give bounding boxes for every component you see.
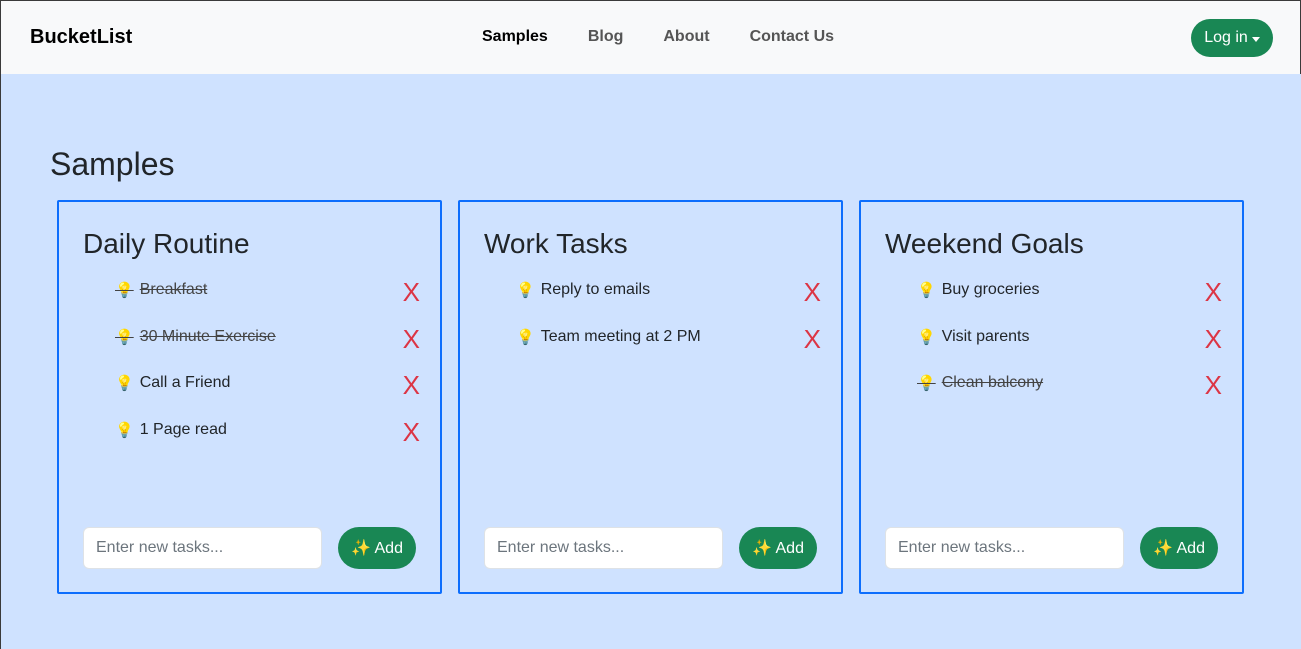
task-text[interactable]: 💡 Visit parents: [917, 326, 1029, 346]
delete-task-button[interactable]: X: [403, 419, 420, 445]
lightbulb-icon: 💡: [115, 328, 134, 346]
add-task-button[interactable]: ✨ Add: [739, 527, 817, 569]
task-item[interactable]: 💡 Call a Friend X: [115, 372, 420, 419]
lightbulb-icon: 💡: [917, 282, 936, 299]
task-label: Clean balcony: [941, 374, 1044, 391]
lightbulb-icon: 💡: [516, 328, 535, 346]
task-text[interactable]: 💡 Team meeting at 2 PM: [516, 326, 701, 346]
task-label: Call a Friend: [139, 374, 231, 391]
task-label: 1 Page read: [139, 420, 227, 438]
brand-logo[interactable]: BucketList: [30, 26, 132, 49]
delete-task-button[interactable]: X: [403, 326, 420, 352]
task-label: 30 Minute Exercise: [139, 327, 276, 345]
add-task-button[interactable]: ✨ Add: [338, 527, 416, 569]
delete-task-button[interactable]: X: [1205, 279, 1222, 305]
task-text[interactable]: 💡 1 Page read: [115, 419, 227, 439]
card-title: Weekend Goals: [885, 228, 1084, 259]
delete-task-button[interactable]: X: [1205, 326, 1222, 352]
task-label: Breakfast: [139, 281, 208, 298]
task-label: Team meeting at 2 PM: [540, 327, 701, 345]
task-text[interactable]: 💡 Reply to emails: [516, 279, 650, 299]
task-item[interactable]: 💡 30 Minute Exercise X: [115, 326, 420, 373]
task-label: Buy groceries: [941, 281, 1040, 298]
task-text[interactable]: 💡 Clean balcony: [917, 372, 1043, 392]
task-item[interactable]: 💡 Visit parents X: [917, 326, 1222, 373]
lightbulb-icon: 💡: [917, 328, 936, 346]
task-text[interactable]: 💡 Call a Friend: [115, 372, 230, 392]
navbar: BucketList Samples Blog About Contact Us…: [0, 0, 1301, 74]
new-task-input[interactable]: [484, 527, 723, 569]
card-work-tasks: Work Tasks 💡 Reply to emails X 💡 Team meeting…: [458, 200, 843, 594]
add-task-button[interactable]: ✨ Add: [1140, 527, 1218, 569]
task-text[interactable]: 💡 Breakfast: [115, 279, 207, 299]
lightbulb-icon: 💡: [115, 282, 134, 299]
login-label: Log in: [1204, 29, 1248, 46]
task-item[interactable]: 💡 1 Page read X: [115, 419, 420, 466]
delete-task-button[interactable]: X: [1205, 372, 1222, 398]
lightbulb-icon: 💡: [917, 375, 936, 392]
card-title: Work Tasks: [484, 228, 628, 259]
task-item[interactable]: 💡 Reply to emails X: [516, 279, 821, 326]
nav-link-about[interactable]: About: [663, 28, 709, 46]
lightbulb-icon: 💡: [516, 282, 535, 299]
new-task-input[interactable]: [83, 527, 322, 569]
delete-task-button[interactable]: X: [804, 279, 821, 305]
new-task-input[interactable]: [885, 527, 1124, 569]
card-weekend-goals: Weekend Goals 💡 Buy groceries X 💡 Visit paren…: [859, 200, 1244, 594]
card-title: Daily Routine: [83, 228, 250, 259]
nav-link-contact[interactable]: Contact Us: [750, 28, 834, 46]
task-item[interactable]: 💡 Team meeting at 2 PM X: [516, 326, 821, 373]
delete-task-button[interactable]: X: [403, 372, 420, 398]
card-daily-routine: Daily Routine 💡 Breakfast X 💡 30 Minute Exerc…: [57, 200, 442, 594]
task-list: 💡 Breakfast X 💡 30 Minute Exercise X 💡 Call a F…: [115, 279, 420, 465]
nav-link-samples[interactable]: Samples: [482, 28, 548, 46]
task-label: Reply to emails: [540, 281, 651, 298]
task-text[interactable]: 💡 Buy groceries: [917, 279, 1040, 299]
lightbulb-icon: 💡: [115, 421, 134, 439]
delete-task-button[interactable]: X: [403, 279, 420, 305]
page-title: Samples: [50, 146, 175, 182]
delete-task-button[interactable]: X: [804, 326, 821, 352]
task-item[interactable]: 💡 Buy groceries X: [917, 279, 1222, 326]
task-list: 💡 Buy groceries X 💡 Visit parents X 💡 Clean bal…: [917, 279, 1222, 419]
login-dropdown-button[interactable]: Log in: [1191, 19, 1273, 57]
caret-down-icon: [1251, 36, 1260, 42]
task-item[interactable]: 💡 Breakfast X: [115, 279, 420, 326]
task-list: 💡 Reply to emails X 💡 Team meeting at 2 PM X: [516, 279, 821, 372]
task-label: Visit parents: [941, 327, 1030, 345]
task-text[interactable]: 💡 30 Minute Exercise: [115, 326, 276, 346]
nav-links: Samples Blog About Contact Us: [482, 28, 874, 46]
lightbulb-icon: 💡: [115, 375, 134, 392]
nav-link-blog[interactable]: Blog: [588, 28, 624, 46]
window-edge: [0, 74, 1, 649]
task-item[interactable]: 💡 Clean balcony X: [917, 372, 1222, 419]
